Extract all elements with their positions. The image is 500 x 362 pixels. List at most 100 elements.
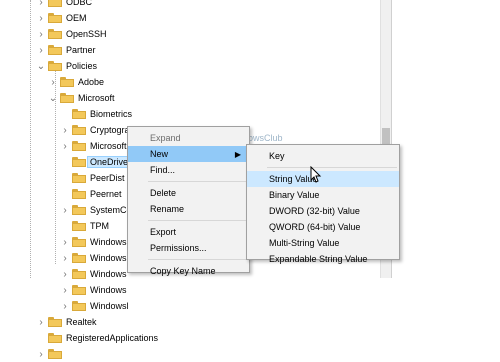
mouse-cursor-icon <box>310 166 322 183</box>
menu-item-label: QWORD (64-bit) Value <box>269 222 361 232</box>
tree-item-label: Microsoft <box>78 93 115 103</box>
folder-icon <box>72 205 86 215</box>
menu-item-delete[interactable]: Delete <box>128 185 249 201</box>
menu-item-label: Copy Key Name <box>150 266 216 276</box>
expand-chevron-icon[interactable]: › <box>60 234 70 250</box>
expand-chevron-icon[interactable]: › <box>60 250 70 266</box>
folder-icon <box>72 157 86 167</box>
submenu-item-binary-value[interactable]: Binary Value <box>247 187 399 203</box>
submenu-arrow-icon: ▶ <box>234 149 241 159</box>
expand-chevron-icon[interactable]: › <box>36 0 46 10</box>
tree-item-label: Peernet <box>90 189 122 199</box>
tree-item-label: Adobe <box>78 77 105 87</box>
folder-icon <box>72 253 86 263</box>
menu-item-permissions[interactable]: Permissions... <box>128 240 249 256</box>
expand-chevron-icon[interactable]: › <box>36 314 46 330</box>
collapse-chevron-icon[interactable]: ⌄ <box>36 58 46 74</box>
tree-item-label: OneDrive <box>87 156 132 168</box>
expand-chevron-icon[interactable]: › <box>48 74 58 90</box>
expand-chevron-icon <box>60 154 70 170</box>
tree-item-label: PeerDist <box>90 173 125 183</box>
tree-item-windows[interactable]: › Windows <box>60 266 126 282</box>
tree-item-peerdist[interactable]: PeerDist <box>60 170 125 186</box>
submenu-item-string-value[interactable]: String Value <box>247 171 399 187</box>
tree-item-registeredapplications[interactable]: RegisteredApplications <box>36 330 158 346</box>
tree-item-windows[interactable]: › Windows <box>60 234 127 250</box>
submenu-item-qword-64-bit-value[interactable]: QWORD (64-bit) Value <box>247 219 399 235</box>
tree-item-openssh[interactable]: › OpenSSH <box>36 26 106 42</box>
expand-chevron-icon[interactable]: › <box>60 122 70 138</box>
tree-item-windows[interactable]: › Windows <box>60 250 127 266</box>
submenu-item-key[interactable]: Key <box>247 148 399 164</box>
folder-icon <box>72 189 86 199</box>
menu-item-export[interactable]: Export <box>128 224 249 240</box>
menu-item-expand[interactable]: Expand <box>128 130 249 146</box>
expand-chevron-icon[interactable]: › <box>36 42 46 58</box>
expand-chevron-icon <box>60 106 70 122</box>
tree-item-systemce[interactable]: › SystemCe <box>60 202 132 218</box>
tree-item-label: Windows <box>90 285 127 295</box>
submenu-item-multi-string-value[interactable]: Multi-String Value <box>247 235 399 251</box>
folder-icon <box>72 237 86 247</box>
tree-item-oem[interactable]: › OEM <box>36 10 87 26</box>
tree-item-peernet[interactable]: Peernet <box>60 186 122 202</box>
tree-item-realtek[interactable]: › Realtek <box>36 314 96 330</box>
folder-icon <box>72 109 86 119</box>
tree-item-onedrive[interactable]: OneDrive <box>60 154 132 170</box>
folder-icon <box>72 221 86 231</box>
tree-item-tpm[interactable]: TPM <box>60 218 109 234</box>
context-menu: Expand New ▶ Find... Delete Rename Export Permi… <box>127 126 250 276</box>
tree-item-microsoft[interactable]: ⌄ Microsoft <box>48 90 115 106</box>
collapse-chevron-icon[interactable]: ⌄ <box>48 90 58 106</box>
menu-item-label: DWORD (32-bit) Value <box>269 206 360 216</box>
menu-separator <box>148 220 247 221</box>
menu-item-rename[interactable]: Rename <box>128 201 249 217</box>
submenu-item-expandable-string-value[interactable]: Expandable String Value <box>247 251 399 267</box>
tree-item-label: Partner <box>66 45 96 55</box>
expand-chevron-icon <box>60 218 70 234</box>
folder-icon <box>72 141 86 151</box>
folder-icon <box>48 333 62 343</box>
tree-item-windowsl[interactable]: › Windowsl <box>60 298 129 314</box>
expand-chevron-icon[interactable]: › <box>60 202 70 218</box>
menu-item-new[interactable]: New ▶ <box>128 146 249 162</box>
menu-item-label: Export <box>150 227 177 237</box>
tree-item-windows[interactable]: › Windows <box>60 282 127 298</box>
tree-item-label: TPM <box>90 221 109 231</box>
folder-icon <box>48 349 62 359</box>
menu-item-label: New <box>150 149 169 159</box>
menu-item-find[interactable]: Find... <box>128 162 249 178</box>
folder-icon <box>60 77 74 87</box>
expand-chevron-icon[interactable]: › <box>60 298 70 314</box>
tree-item-label: Biometrics <box>90 109 133 119</box>
folder-icon <box>72 301 86 311</box>
menu-item-label: Binary Value <box>269 190 320 200</box>
tree-item-label: Windows <box>90 253 127 263</box>
folder-icon <box>48 317 62 327</box>
tree-item-blank[interactable]: › <box>36 346 66 362</box>
menu-item-label: Expand <box>150 133 181 143</box>
expand-chevron-icon <box>36 330 46 346</box>
tree-item-label: Windows <box>90 237 127 247</box>
expand-chevron-icon[interactable]: › <box>36 346 46 362</box>
folder-icon <box>48 45 62 55</box>
tree-item-label: ODBC <box>66 0 93 7</box>
tree-item-partner[interactable]: › Partner <box>36 42 96 58</box>
expand-chevron-icon[interactable]: › <box>36 26 46 42</box>
expand-chevron-icon[interactable]: › <box>60 282 70 298</box>
tree-item-policies[interactable]: ⌄ Policies <box>36 58 97 74</box>
expand-chevron-icon[interactable]: › <box>60 266 70 282</box>
tree-item-biometrics[interactable]: Biometrics <box>60 106 132 122</box>
expand-chevron-icon[interactable]: › <box>60 138 70 154</box>
menu-item-copy-key-name[interactable]: Copy Key Name <box>128 263 249 279</box>
tree-item-label: OEM <box>66 13 87 23</box>
tree-item-label: SystemCe <box>90 205 132 215</box>
folder-icon <box>48 61 62 71</box>
submenu-item-dword-32-bit-value[interactable]: DWORD (32-bit) Value <box>247 203 399 219</box>
tree-item-adobe[interactable]: › Adobe <box>48 74 104 90</box>
menu-item-label: Multi-String Value <box>269 238 340 248</box>
tree-item-label: Policies <box>66 61 98 71</box>
expand-chevron-icon[interactable]: › <box>36 10 46 26</box>
tree-item-label: Windowsl <box>90 301 129 311</box>
tree-item-odbc[interactable]: › ODBC <box>36 0 92 10</box>
